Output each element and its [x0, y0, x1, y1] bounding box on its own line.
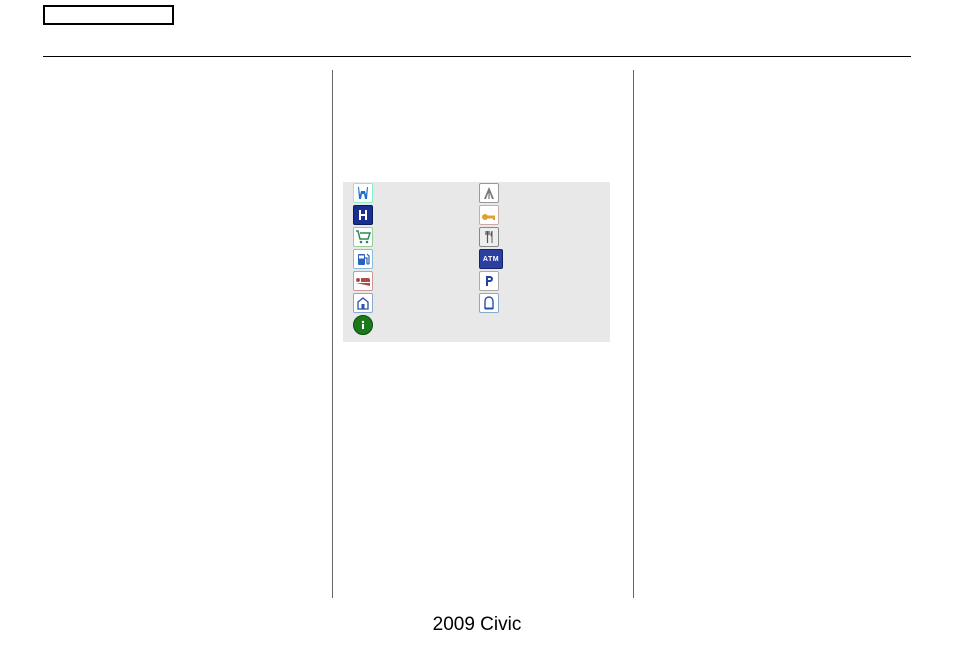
icon-row: [343, 292, 610, 314]
icon-row: [343, 204, 610, 226]
rest-area-icon: [479, 293, 499, 313]
landmark-icons-panel: ATM: [343, 182, 610, 342]
header-box: [43, 5, 174, 25]
column-divider-right: [633, 70, 634, 598]
header-rule: [43, 56, 911, 57]
key-icon: [479, 205, 499, 225]
icon-row: [343, 182, 610, 204]
gas-station-icon: [353, 249, 373, 269]
hospital-icon: [353, 205, 373, 225]
icon-row: [343, 226, 610, 248]
honda-dealer-icon: [353, 183, 373, 203]
atm-icon: ATM: [479, 249, 503, 269]
manual-page: ATM: [0, 0, 954, 652]
restaurant-icon: [479, 227, 499, 247]
tourist-info-icon: [353, 315, 373, 335]
column-divider-left: [332, 70, 333, 598]
footer-model-year: 2009 Civic: [0, 614, 954, 636]
shopping-cart-icon: [353, 227, 373, 247]
post-office-icon: [353, 293, 373, 313]
icon-row: ATM: [343, 248, 610, 270]
parking-icon: [479, 271, 499, 291]
icon-row: [343, 314, 610, 336]
lodging-icon: [353, 271, 373, 291]
acura-dealer-icon: [479, 183, 499, 203]
icon-row: [343, 270, 610, 292]
